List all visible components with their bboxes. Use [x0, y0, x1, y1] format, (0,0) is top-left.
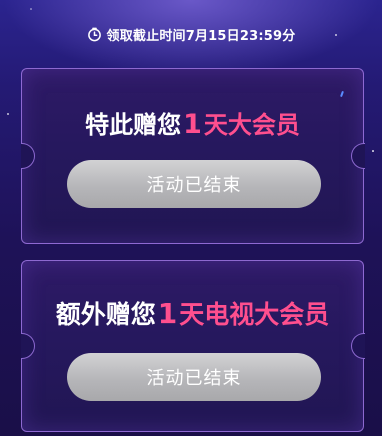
offer-title-suffix: 天电视大会员: [179, 300, 330, 329]
clock-icon: [87, 27, 101, 41]
star-decoration: [372, 150, 374, 152]
activity-ended-button[interactable]: 活动已结束: [67, 160, 321, 208]
offer-title: 额外赠您1天电视大会员: [22, 295, 363, 331]
offer-title-number: 1: [183, 109, 202, 140]
star-decoration: [7, 113, 9, 115]
deadline-text: 领取截止时间7月15日23:59分: [106, 28, 296, 44]
offer-title-number: 1: [157, 297, 178, 330]
offer-title-suffix: 天大会员: [203, 111, 300, 139]
offer-title-prefix: 额外赠您: [55, 300, 156, 329]
sparkle-decoration: [340, 90, 344, 98]
offer-title: 特此赠您1天大会员: [22, 105, 363, 140]
ticket-notch: [20, 333, 35, 359]
ticket-notch: [20, 143, 35, 169]
activity-ended-button[interactable]: 活动已结束: [67, 353, 321, 401]
ticket-notch: [350, 143, 365, 169]
offer-card-tv-membership: 额外赠您1天电视大会员 活动已结束: [20, 260, 365, 432]
star-decoration: [30, 8, 32, 10]
offer-title-prefix: 特此赠您: [85, 111, 182, 139]
claim-deadline: 领取截止时间7月15日23:59分: [0, 22, 382, 46]
offer-card-membership: 特此赠您1天大会员 活动已结束: [20, 68, 365, 244]
promo-screen: { "deadline": { "icon": "clock-icon", "t…: [0, 0, 382, 436]
ticket-notch: [350, 333, 365, 359]
